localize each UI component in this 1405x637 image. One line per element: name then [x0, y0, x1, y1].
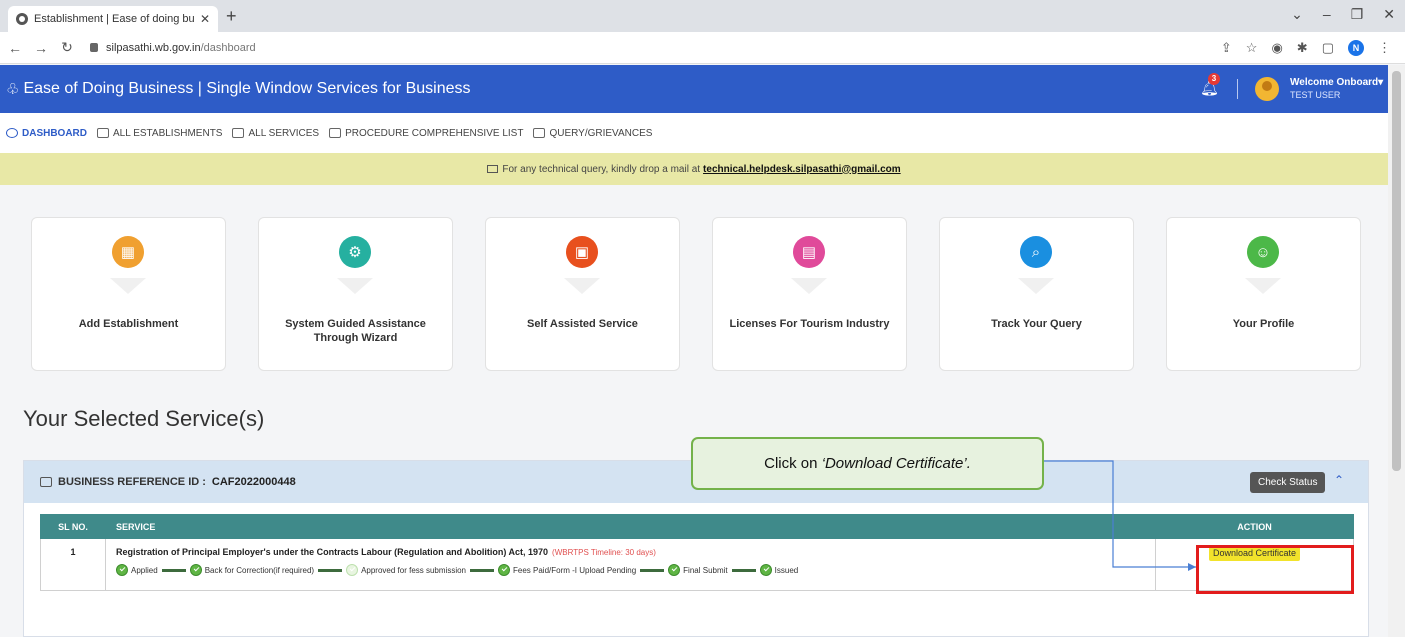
arrowhead-icon [1188, 563, 1196, 571]
callout-connector [1044, 460, 1196, 571]
highlight-box [1196, 545, 1354, 594]
connector-line [1044, 460, 1196, 568]
